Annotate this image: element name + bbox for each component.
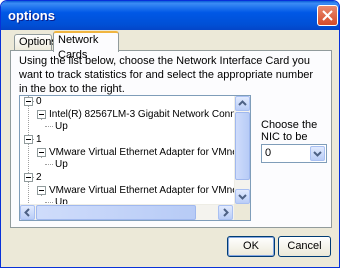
dialog-body: Options Network Cards Using the list bel…: [4, 30, 336, 266]
tree-node-adapter[interactable]: VMware Virtual Ethernet Adapter for VMne…: [49, 147, 246, 159]
vertical-scroll-thumb[interactable]: [235, 112, 250, 180]
nic-select[interactable]: 0: [261, 144, 327, 163]
horizontal-scroll-thumb[interactable]: [36, 205, 196, 220]
collapse-box-icon[interactable]: [24, 135, 33, 144]
tree-node-status[interactable]: Up: [55, 121, 68, 133]
tree-node-index[interactable]: 2: [36, 172, 42, 184]
ok-button[interactable]: OK: [227, 236, 275, 257]
network-cards-panel: Using the list below, choose the Network…: [10, 50, 332, 228]
chevron-down-icon: [238, 194, 247, 200]
tree-node-adapter[interactable]: Intel(R) 82567LM-3 Gigabit Network Conne…: [49, 109, 250, 121]
scroll-corner: [234, 204, 250, 220]
window-title: options: [8, 8, 55, 23]
cancel-button[interactable]: Cancel: [278, 236, 331, 257]
tree-node-adapter[interactable]: VMware Virtual Ethernet Adapter for VMne…: [49, 185, 246, 197]
close-icon: [322, 10, 333, 21]
tree-node-status[interactable]: Up: [55, 159, 68, 171]
vertical-scrollbar[interactable]: [234, 96, 250, 205]
collapse-box-icon[interactable]: [37, 186, 46, 195]
chevron-right-icon: [223, 208, 229, 217]
nic-select-value: 0: [265, 147, 272, 159]
horizontal-scrollbar[interactable]: [20, 204, 234, 220]
scroll-down-button[interactable]: [235, 189, 250, 204]
close-button[interactable]: [317, 5, 338, 26]
collapse-box-icon[interactable]: [24, 173, 33, 182]
scroll-left-button[interactable]: [20, 205, 35, 220]
tree-node-index[interactable]: 0: [36, 96, 42, 108]
chevron-left-icon: [24, 208, 30, 217]
options-dialog: options Options Network Cards Using the …: [0, 0, 340, 268]
nic-tree[interactable]: 0 Intel(R) 82567LM-3 Gigabit Network Con…: [19, 95, 251, 221]
dropdown-button[interactable]: [310, 146, 325, 161]
title-bar[interactable]: options: [1, 1, 339, 30]
collapse-box-icon[interactable]: [37, 110, 46, 119]
tab-options[interactable]: Options: [14, 34, 57, 51]
chevron-up-icon: [238, 100, 247, 106]
scroll-right-button[interactable]: [218, 205, 233, 220]
scroll-up-button[interactable]: [235, 96, 250, 111]
chevron-down-icon: [313, 151, 322, 157]
tab-network-cards[interactable]: Network Cards: [53, 31, 119, 61]
collapse-box-icon[interactable]: [37, 148, 46, 157]
collapse-box-icon[interactable]: [24, 97, 33, 106]
tree-node-index[interactable]: 1: [36, 134, 42, 146]
